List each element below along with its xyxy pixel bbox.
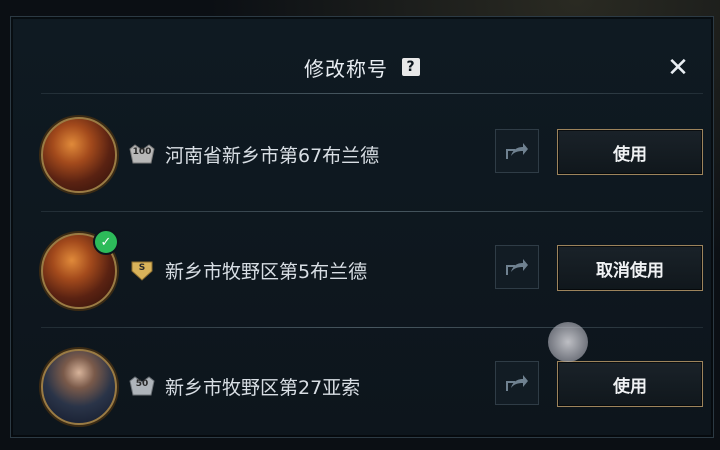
share-button[interactable]	[495, 361, 539, 405]
dialog-title: 修改称号	[304, 56, 388, 81]
title-name: 河南省新乡市第67布兰德	[165, 145, 380, 167]
title-row: ✓ S 新乡市牧野区第5布兰德 取消使用	[41, 225, 703, 325]
dialog-header: 修改称号 ?	[11, 47, 713, 87]
title-name: 新乡市牧野区第5布兰德	[165, 261, 368, 283]
rank-badge-text: 50	[135, 379, 149, 389]
divider	[41, 211, 703, 212]
share-button[interactable]	[495, 129, 539, 173]
share-icon	[506, 259, 528, 275]
share-button[interactable]	[495, 245, 539, 289]
use-button[interactable]: 使用	[557, 361, 703, 407]
share-icon	[506, 143, 528, 159]
rank-badge: 50	[129, 375, 155, 397]
title-row: 50 新乡市牧野区第27亚索 使用	[41, 341, 703, 441]
use-button[interactable]: 使用	[557, 129, 703, 175]
divider	[41, 93, 703, 94]
close-icon[interactable]: ✕	[665, 55, 691, 81]
title-row: 100 河南省新乡市第67布兰德 使用	[41, 109, 703, 209]
rank-badge-text: S	[138, 263, 146, 273]
help-icon[interactable]: ?	[402, 58, 420, 76]
rank-badge: S	[129, 259, 155, 281]
rename-title-dialog: 修改称号 ? ✕ 100 河南省新乡市第67布兰德 使用 ✓ S 新乡市牧野区第…	[10, 16, 714, 438]
share-icon	[506, 375, 528, 391]
hero-avatar	[41, 349, 117, 425]
rank-badge-text: 100	[132, 147, 152, 157]
check-icon: ✓	[93, 229, 119, 255]
divider	[41, 327, 703, 328]
hero-avatar	[41, 117, 117, 193]
rank-badge: 100	[129, 143, 155, 165]
touch-indicator	[548, 322, 588, 362]
cancel-use-button[interactable]: 取消使用	[557, 245, 703, 291]
title-name: 新乡市牧野区第27亚索	[165, 377, 361, 399]
